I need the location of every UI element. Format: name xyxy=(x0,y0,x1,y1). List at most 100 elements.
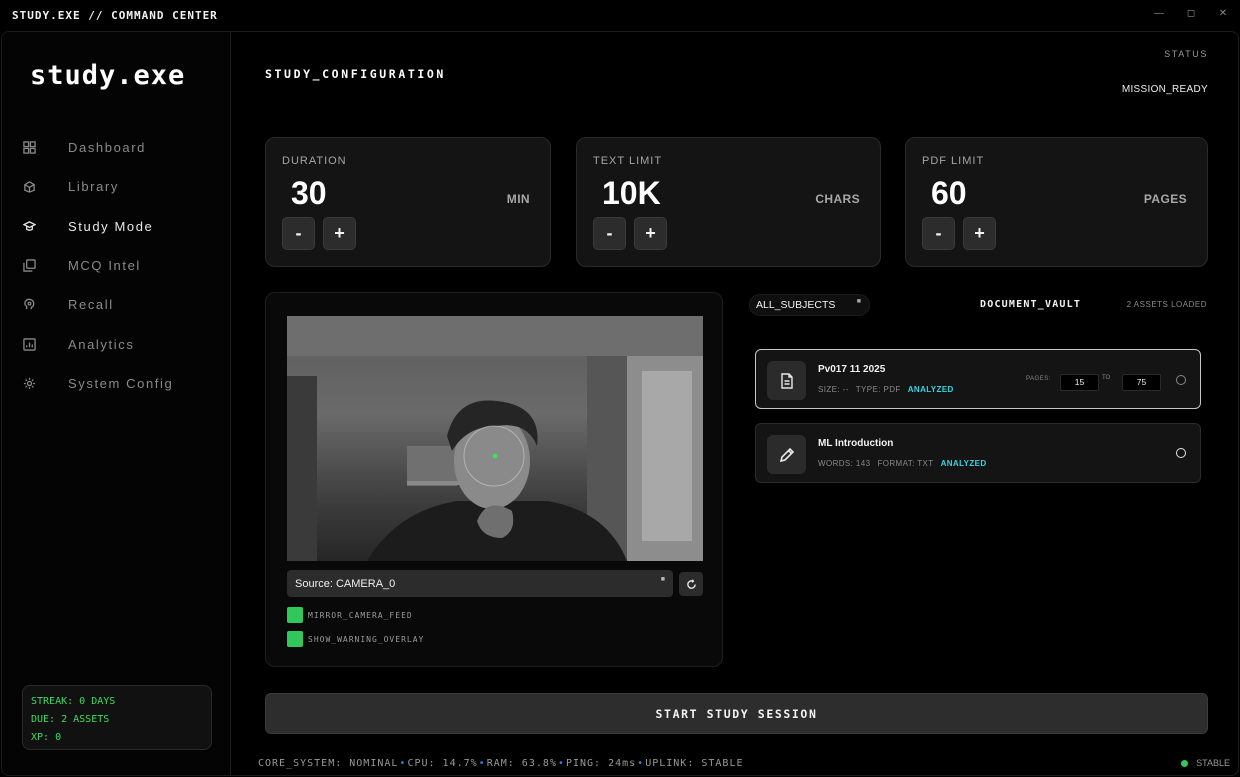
streak-days: STREAK: 0 DAYS xyxy=(31,696,116,707)
window-title: STUDY.EXE // COMMAND CENTER xyxy=(12,9,218,22)
checkbox-label: SHOW_WARNING_OVERLAY xyxy=(308,634,425,644)
streak-panel: STREAK: 0 DAYS DUE: 2 ASSETS XP: 0 xyxy=(22,685,212,750)
connection-indicator: STABLE xyxy=(1181,758,1230,768)
camera-panel: Source: CAMERA_0 ■ MIRROR_CAMERA_FEED SH… xyxy=(265,292,723,667)
xp-value: XP: 0 xyxy=(31,732,62,743)
chevron-down-icon: ■ xyxy=(660,576,665,583)
document-name: Pv017 11 2025 xyxy=(818,364,886,375)
decrement-button[interactable]: - xyxy=(282,217,315,250)
card-value: 10K xyxy=(602,175,661,211)
document-card[interactable]: ML Introduction WORDS: 143 FORMAT: TXT A… xyxy=(755,423,1201,483)
stepper: - + xyxy=(593,217,667,250)
start-session-button[interactable]: START STUDY SESSION xyxy=(265,693,1208,734)
decrement-button[interactable]: - xyxy=(922,217,955,250)
duration-card: DURATION 30 MIN - + xyxy=(265,137,551,267)
pencil-icon xyxy=(767,435,806,474)
chart-icon xyxy=(22,337,36,351)
page-to-input[interactable]: 75 xyxy=(1122,374,1161,391)
separator: • xyxy=(637,758,645,769)
vault-title: DOCUMENT_VAULT xyxy=(980,299,1082,310)
warning-overlay-checkbox[interactable]: SHOW_WARNING_OVERLAY xyxy=(287,631,424,647)
status-badge: ANALYZED xyxy=(940,459,987,468)
mirror-camera-checkbox[interactable]: MIRROR_CAMERA_FEED xyxy=(287,607,413,623)
camera-feed xyxy=(287,316,703,561)
sidebar-item-recall[interactable]: Recall xyxy=(2,285,231,324)
document-name: ML Introduction xyxy=(818,438,894,449)
checkbox-checked[interactable] xyxy=(287,607,303,623)
vault-count: 2 ASSETS LOADED xyxy=(1126,300,1207,309)
card-label: PDF LIMIT xyxy=(922,155,985,167)
document-meta: WORDS: 143 FORMAT: TXT ANALYZED xyxy=(818,459,987,468)
minimize-icon[interactable]: — xyxy=(1154,8,1164,20)
card-unit: CHARS xyxy=(815,192,860,206)
decrement-button[interactable]: - xyxy=(593,217,626,250)
card-unit: MIN xyxy=(506,192,530,206)
sidebar-item-label: Dashboard xyxy=(68,140,146,156)
sidebar-item-library[interactable]: Library xyxy=(2,167,231,206)
maximize-icon[interactable]: ◻ xyxy=(1186,8,1196,20)
refresh-button[interactable] xyxy=(679,572,703,596)
page-from-input[interactable]: 15 xyxy=(1060,374,1099,391)
sidebar-item-system-config[interactable]: System Config xyxy=(2,364,231,403)
checkbox-checked[interactable] xyxy=(287,631,303,647)
stepper: - + xyxy=(282,217,356,250)
graduation-cap-icon xyxy=(22,219,36,233)
main-content: STUDY_CONFIGURATION STATUS MISSION_READY… xyxy=(232,32,1238,775)
refresh-icon xyxy=(686,578,696,589)
window-title-bar: STUDY.EXE // COMMAND CENTER — ◻ ✕ xyxy=(0,0,1240,30)
sidebar-item-dashboard[interactable]: Dashboard xyxy=(2,128,231,167)
sidebar-item-analytics[interactable]: Analytics xyxy=(2,324,231,363)
chevron-down-icon: ■ xyxy=(856,298,861,305)
subject-filter-value: ALL_SUBJECTS xyxy=(756,299,836,311)
increment-button[interactable]: + xyxy=(963,217,996,250)
card-label: TEXT LIMIT xyxy=(593,155,663,167)
increment-button[interactable]: + xyxy=(634,217,667,250)
connection-label: STABLE xyxy=(1196,758,1230,768)
to-label: TO xyxy=(1102,375,1111,381)
sidebar-item-mcq-intel[interactable]: MCQ Intel xyxy=(2,246,231,285)
core-status: CORE_SYSTEM: NOMINAL xyxy=(258,758,399,769)
increment-button[interactable]: + xyxy=(323,217,356,250)
sidebar-item-label: System Config xyxy=(68,375,174,391)
document-icon xyxy=(767,361,806,400)
sidebar-item-label: Analytics xyxy=(68,336,135,352)
sidebar: study.exe Dashboard Library Study Mode M… xyxy=(2,32,231,775)
select-radio[interactable] xyxy=(1176,448,1186,458)
camera-source-value: Source: CAMERA_0 xyxy=(295,577,396,590)
subject-filter-select[interactable]: ALL_SUBJECTS ■ xyxy=(749,294,870,316)
sidebar-item-study-mode[interactable]: Study Mode xyxy=(2,207,231,246)
separator: • xyxy=(557,758,565,769)
select-radio[interactable] xyxy=(1176,375,1186,385)
document-type: TYPE: PDF xyxy=(855,385,901,394)
text-limit-card: TEXT LIMIT 10K CHARS - + xyxy=(576,137,881,267)
close-icon[interactable]: ✕ xyxy=(1218,8,1228,20)
ping-status: PING: 24ms xyxy=(565,758,637,769)
uplink-status: UPLINK: STABLE xyxy=(645,758,744,769)
sidebar-nav: Dashboard Library Study Mode MCQ Intel R… xyxy=(2,128,231,403)
card-value: 30 xyxy=(291,175,327,211)
grid-icon xyxy=(22,141,36,155)
ram-status: RAM: 63.8% xyxy=(486,758,557,769)
brand-logo: study.exe xyxy=(30,60,186,91)
document-format: FORMAT: TXT xyxy=(877,459,934,468)
stepper: - + xyxy=(922,217,996,250)
card-label: DURATION xyxy=(282,155,347,167)
gear-icon xyxy=(22,376,36,390)
sidebar-item-label: Recall xyxy=(68,297,114,313)
separator: • xyxy=(399,758,407,769)
status-label: STATUS xyxy=(1164,49,1208,59)
stack-icon xyxy=(22,259,36,273)
pages-label: PAGES: xyxy=(1026,376,1051,382)
document-card[interactable]: Pv017 11 2025 SIZE: -- TYPE: PDF ANALYZE… xyxy=(755,349,1201,409)
status-badge: ANALYZED xyxy=(907,385,954,394)
document-size: SIZE: -- xyxy=(818,385,849,394)
page-title: STUDY_CONFIGURATION xyxy=(265,67,446,81)
status-dot-icon xyxy=(1181,759,1189,767)
box-icon xyxy=(22,180,36,194)
sidebar-item-label: MCQ Intel xyxy=(68,258,141,274)
camera-source-select[interactable]: Source: CAMERA_0 ■ xyxy=(287,570,673,597)
separator: • xyxy=(478,758,486,769)
checkbox-label: MIRROR_CAMERA_FEED xyxy=(308,610,413,620)
document-meta: SIZE: -- TYPE: PDF ANALYZED xyxy=(818,385,954,394)
status-value: MISSION_READY xyxy=(1121,84,1208,95)
